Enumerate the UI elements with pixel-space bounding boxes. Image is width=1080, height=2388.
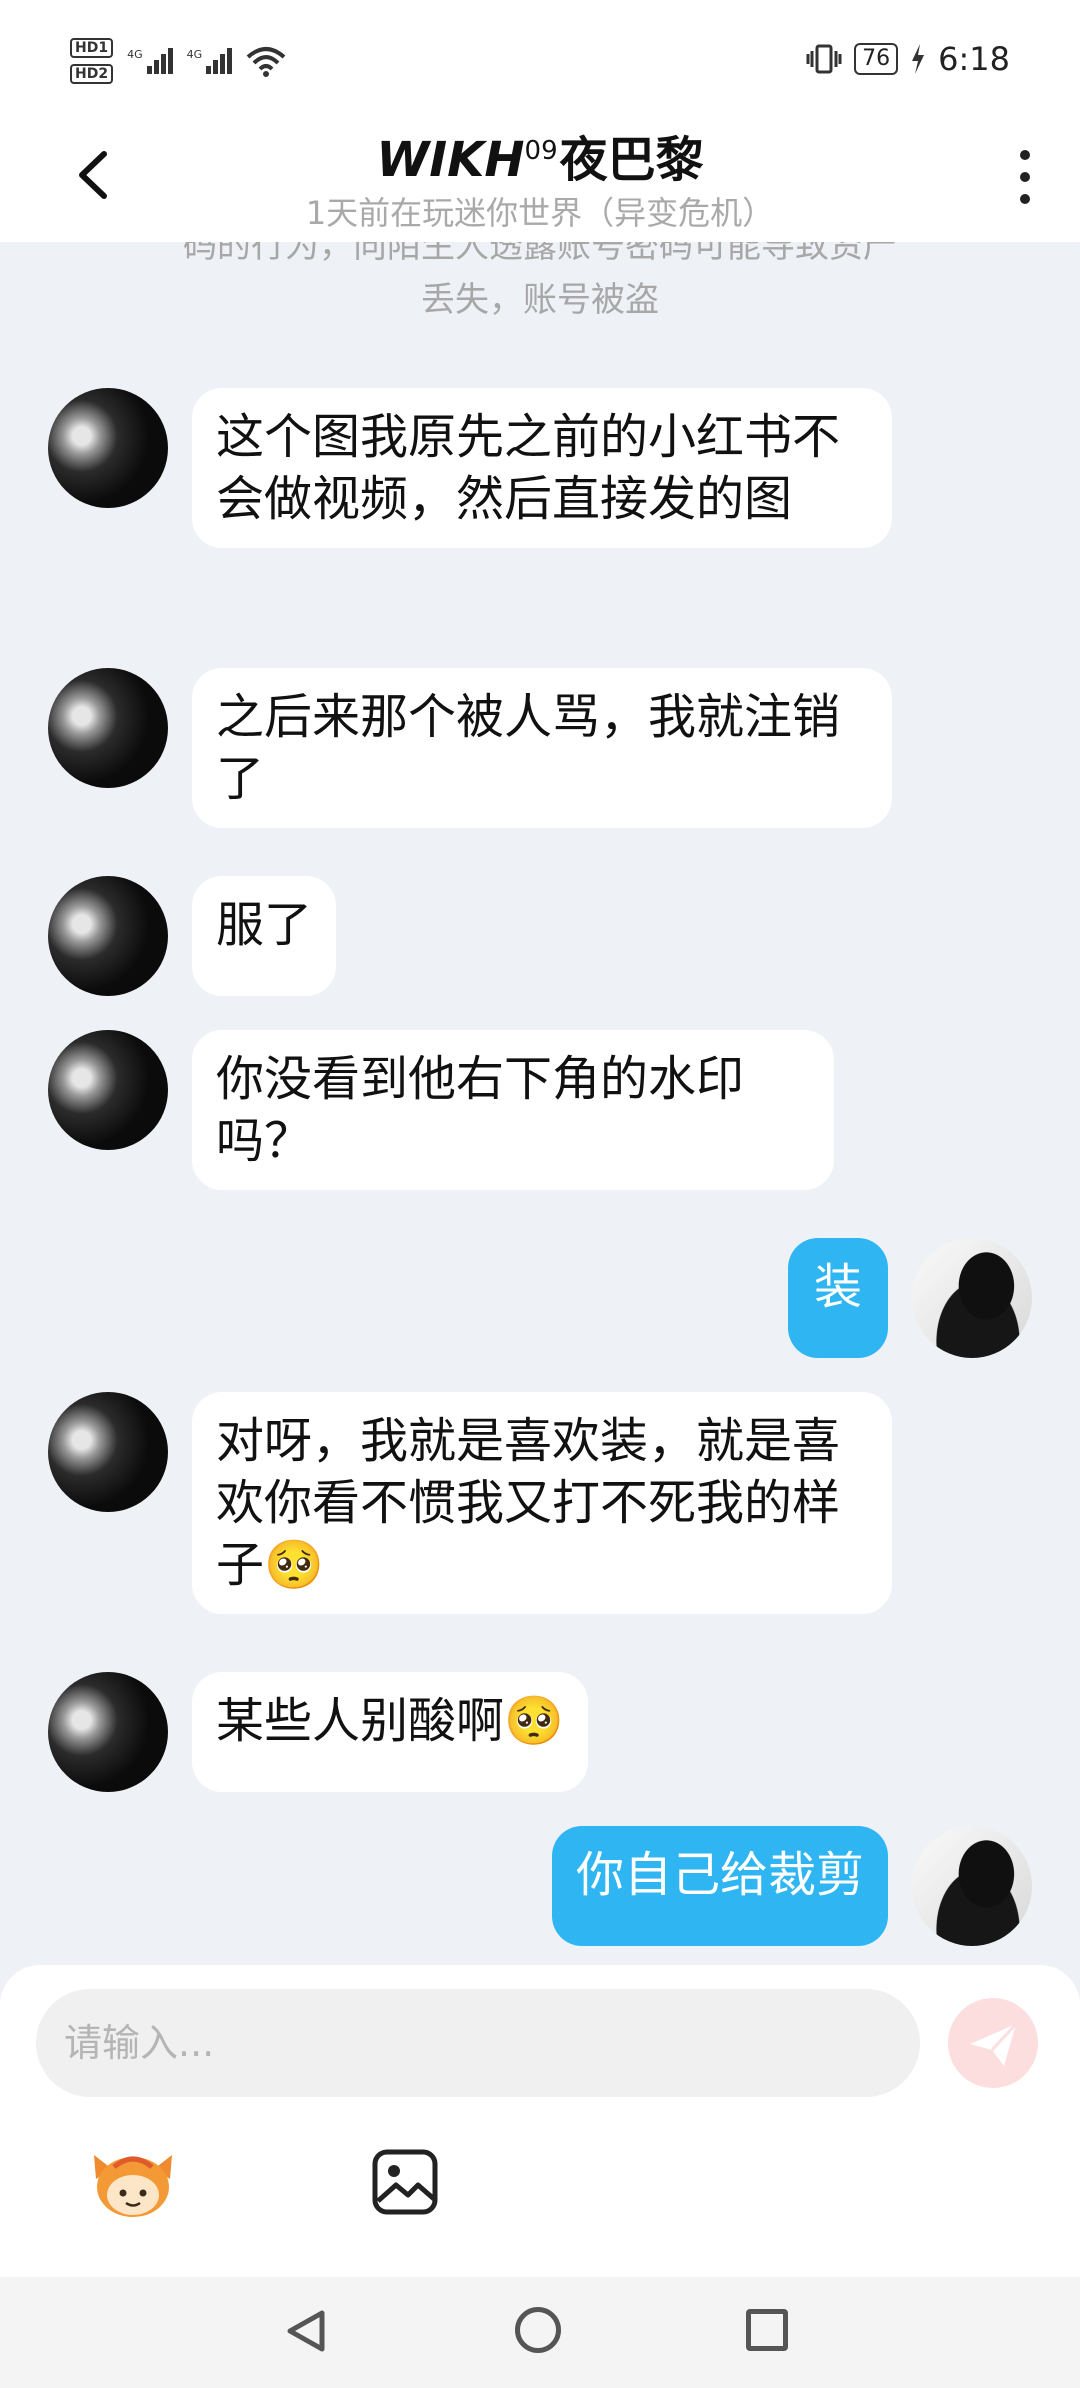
mascot-emoji-button[interactable] (90, 2145, 176, 2221)
title-superscript: 09 (524, 136, 558, 166)
message-row-mine: 你自己给裁剪 (551, 1826, 1032, 1946)
nav-back-button[interactable] (282, 2307, 330, 2355)
message-row: 服了 (48, 876, 337, 996)
system-nav-bar (0, 2277, 1080, 2388)
avatar[interactable] (48, 1392, 168, 1512)
status-left: HD1 HD2 4G 4G (70, 38, 286, 84)
avatar[interactable] (48, 388, 168, 508)
message-row: 你没看到他右下角的水印吗？ (48, 1030, 834, 1190)
chat-title: WIKH09夜巴黎 (0, 120, 1080, 190)
more-options-button[interactable] (1010, 142, 1040, 222)
composer: 请输入... (0, 1965, 1080, 2277)
message-bubble[interactable]: 服了 (192, 876, 337, 996)
avatar[interactable] (48, 1030, 168, 1150)
send-icon (970, 2022, 1018, 2066)
avatar[interactable] (48, 876, 168, 996)
network-type-1: 4G (127, 48, 143, 61)
hd-indicators: HD1 HD2 (70, 38, 114, 84)
status-right: 76 6:18 (806, 40, 1010, 78)
chat-header: WIKH09夜巴黎 1天前在玩迷你世界（异变危机） (0, 120, 1080, 242)
charging-icon (912, 44, 925, 74)
signal-1-icon: 4G (127, 48, 173, 74)
message-bubble[interactable]: 某些人别酸啊🥺 (192, 1672, 588, 1792)
message-bubble[interactable]: 这个图我原先之前的小红书不会做视频，然后直接发的图 (192, 388, 892, 548)
system-tip-line-2: 丢失，账号被盗 (421, 280, 659, 320)
title-main: WIKH (376, 132, 525, 188)
wifi-icon (246, 47, 286, 77)
my-message-bubble[interactable]: 你自己给裁剪 (551, 1826, 888, 1946)
message-bubble[interactable]: 你没看到他右下角的水印吗？ (192, 1030, 834, 1190)
message-row: 某些人别酸啊🥺 (48, 1672, 588, 1792)
message-input[interactable]: 请输入... (36, 1989, 920, 2097)
message-row: 这个图我原先之前的小红书不会做视频，然后直接发的图 (48, 388, 892, 548)
title-rest: 夜巴黎 (559, 132, 704, 188)
message-bubble[interactable]: 对呀，我就是喜欢装，就是喜欢你看不惯我又打不死我的样子🥺 (192, 1392, 892, 1614)
battery-level: 76 (854, 43, 899, 75)
vibrate-icon (806, 44, 842, 74)
message-bubble[interactable]: 之后来那个被人骂，我就注销了 (192, 668, 892, 828)
avatar[interactable] (48, 1672, 168, 1792)
send-button[interactable] (948, 1998, 1038, 2088)
my-avatar[interactable] (912, 1826, 1032, 1946)
avatar[interactable] (48, 668, 168, 788)
network-type-2: 4G (186, 48, 203, 61)
message-row: 对呀，我就是喜欢装，就是喜欢你看不惯我又打不死我的样子🥺 (48, 1392, 892, 1614)
signal-2-icon: 4G (187, 48, 233, 74)
image-button[interactable] (372, 2149, 438, 2215)
nav-recents-button[interactable] (746, 2309, 788, 2351)
my-message-bubble[interactable]: 装 (787, 1238, 888, 1358)
status-bar: HD1 HD2 4G 4G 76 6:18 (0, 0, 1080, 120)
hd2-badge: HD2 (70, 64, 114, 84)
chat-subtitle: 1天前在玩迷你世界（异变危机） (305, 194, 775, 232)
message-row-mine: 装 (787, 1238, 1032, 1358)
more-vertical-icon (1020, 150, 1030, 160)
message-row: 之后来那个被人骂，我就注销了 (48, 668, 892, 828)
hd1-badge: HD1 (70, 38, 114, 58)
nav-home-button[interactable] (515, 2307, 561, 2353)
my-avatar[interactable] (912, 1238, 1032, 1358)
clock: 6:18 (938, 40, 1010, 78)
